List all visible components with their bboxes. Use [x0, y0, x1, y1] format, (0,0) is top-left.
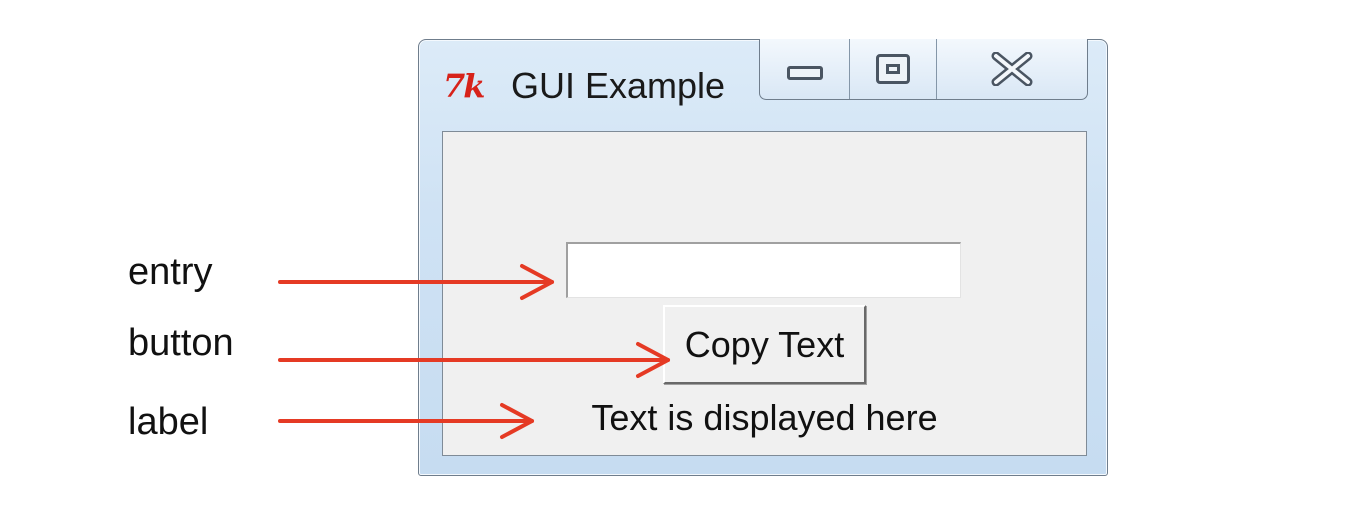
- maximize-icon: [876, 54, 910, 84]
- output-label: Text is displayed here: [591, 397, 938, 438]
- annotation-button: button: [128, 322, 234, 364]
- close-button[interactable]: [937, 39, 1087, 99]
- tk-window: 7k GUI Example Copy Text Text is display…: [418, 39, 1108, 476]
- text-entry[interactable]: [566, 242, 961, 298]
- minimize-button[interactable]: [760, 39, 850, 99]
- window-title: GUI Example: [511, 65, 726, 106]
- copy-text-button[interactable]: Copy Text: [663, 305, 866, 384]
- annotation-entry: entry: [128, 251, 213, 293]
- client-area: Copy Text Text is displayed here: [442, 131, 1087, 456]
- title-bar[interactable]: 7k GUI Example: [419, 39, 1107, 130]
- window-controls: [759, 39, 1088, 100]
- annotation-label: label: [128, 401, 209, 443]
- tk-feather-icon: 7k: [443, 67, 485, 105]
- maximize-button[interactable]: [850, 39, 937, 99]
- minimize-icon: [786, 66, 823, 80]
- close-icon: [991, 52, 1033, 86]
